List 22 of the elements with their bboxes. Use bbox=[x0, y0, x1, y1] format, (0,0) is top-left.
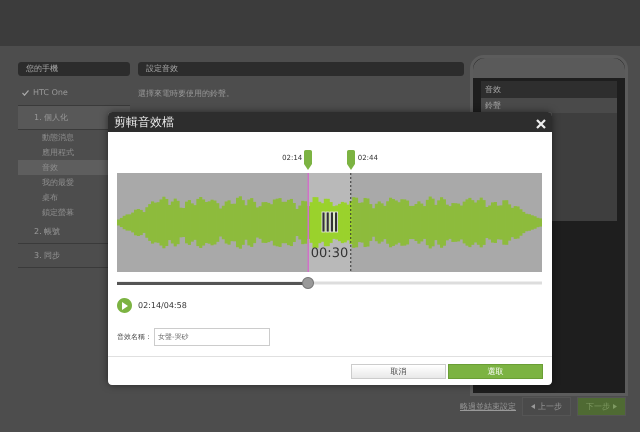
device-name: HTC One bbox=[33, 88, 68, 97]
right-arrow-icon bbox=[613, 404, 617, 409]
grip-handle-icon[interactable] bbox=[320, 211, 338, 233]
select-button[interactable]: 選取 bbox=[448, 364, 543, 378]
play-icon bbox=[121, 302, 128, 310]
cancel-button[interactable]: 取消 bbox=[351, 364, 446, 378]
phone-screen-title: 音效 bbox=[481, 81, 617, 98]
left-arrow-icon bbox=[531, 404, 535, 409]
playback-time: 02:14/04:58 bbox=[138, 301, 187, 310]
selection-duration: 00:30 bbox=[310, 246, 348, 261]
back-button[interactable]: 上一步 bbox=[522, 397, 571, 416]
phone-screen-item: 鈴聲 bbox=[481, 98, 617, 113]
check-icon bbox=[22, 90, 29, 96]
slider-thumb[interactable] bbox=[302, 277, 314, 289]
close-button[interactable] bbox=[536, 117, 546, 127]
trim-marker[interactable] bbox=[346, 150, 356, 170]
trim-marker[interactable] bbox=[303, 150, 314, 170]
instruction-text: 選擇來電時要使用的鈴聲。 bbox=[138, 88, 235, 100]
skip-link[interactable]: 略過並結束設定 bbox=[460, 401, 516, 412]
sidebar-header: 您的手機 bbox=[18, 62, 130, 76]
play-button[interactable] bbox=[117, 298, 132, 313]
section-header: 設定音效 bbox=[138, 62, 464, 76]
